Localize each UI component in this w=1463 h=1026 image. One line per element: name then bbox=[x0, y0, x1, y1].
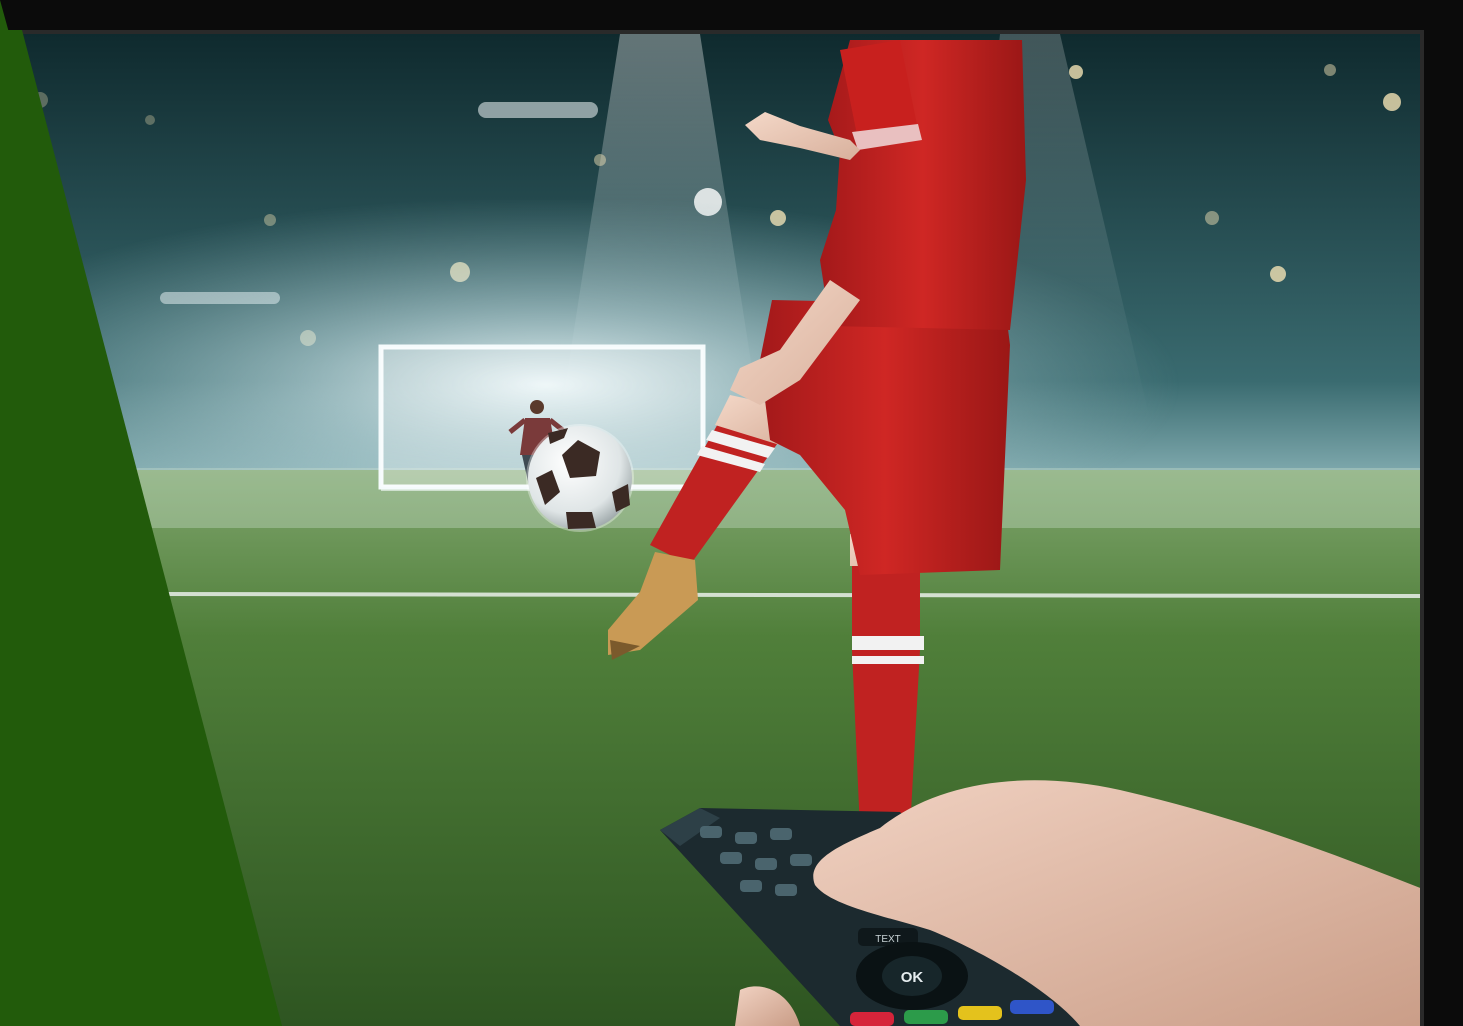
pitch-line bbox=[149, 592, 1420, 598]
scene-illustration: TEXT OK bbox=[0, 0, 1463, 1026]
soccer-ball-icon bbox=[526, 424, 634, 532]
remote-ok-label: OK bbox=[901, 969, 924, 986]
tv-soccer-scene: TEXT OK bbox=[0, 0, 1463, 1026]
